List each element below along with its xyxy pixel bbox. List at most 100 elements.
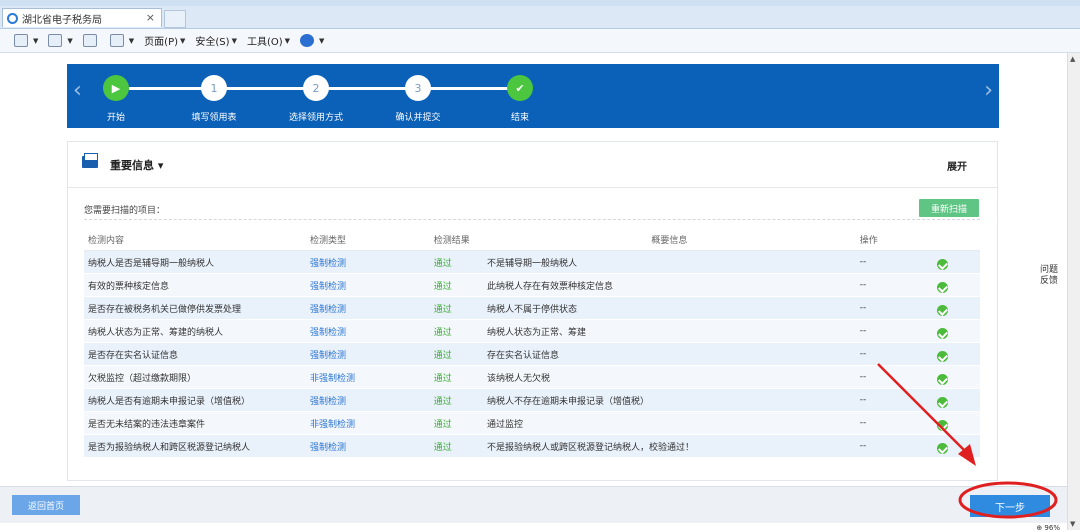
table-row: 纳税人状态为正常、筹建的纳税人 强制检测 通过 纳税人状态为正常、筹建 -- xyxy=(84,319,980,343)
cell-content: 有效的票种核定信息 xyxy=(84,273,306,297)
cell-summary: 纳税人状态为正常、筹建 xyxy=(482,319,856,343)
cell-summary: 纳税人不存在逾期未申报记录（增值税） xyxy=(482,388,856,412)
table-row: 有效的票种核定信息 强制检测 通过 此纳税人存在有效票种核定信息 -- xyxy=(84,273,980,297)
cell-op: -- xyxy=(855,250,933,274)
table-header-row: 检测内容 检测类型 检测结果 概要信息 操作 xyxy=(84,228,980,251)
cell-type-link[interactable]: 非强制检测 xyxy=(305,365,430,389)
cell-content: 纳税人是否有逾期未申报记录（增值税） xyxy=(84,388,306,412)
mail-icon xyxy=(82,34,97,47)
col-summary: 概要信息 xyxy=(482,228,856,251)
cell-type-link[interactable]: 强制检测 xyxy=(305,319,430,343)
feedback-link[interactable]: 问题反馈 xyxy=(1036,265,1062,287)
cell-content: 纳税人是否是辅导期一般纳税人 xyxy=(84,250,306,274)
expand-link[interactable]: 展开 xyxy=(947,158,967,173)
cell-content: 欠税监控（超过缴款期限） xyxy=(84,365,306,389)
cell-type-link[interactable]: 强制检测 xyxy=(305,296,430,320)
panel-title[interactable]: 重要信息 ▾ xyxy=(110,157,163,173)
cell-summary: 该纳税人无欠税 xyxy=(482,365,856,389)
tab-title: 湖北省电子税务局 xyxy=(22,14,102,26)
envelope-icon xyxy=(82,153,98,168)
check-circle-icon xyxy=(936,305,948,316)
home-icon xyxy=(14,34,28,47)
new-tab-button[interactable] xyxy=(164,10,186,28)
scan-label: 您需要扫描的项目： xyxy=(84,206,166,216)
cell-summary: 通过监控 xyxy=(482,411,856,435)
cell-op: -- xyxy=(855,365,933,389)
table-row: 是否存在实名认证信息 强制检测 通过 存在实名认证信息 -- xyxy=(84,342,980,366)
scroll-up-icon[interactable]: ▲ xyxy=(1070,55,1075,63)
step-end-icon: ✔ xyxy=(507,75,533,101)
cell-summary: 此纳税人存在有效票种核定信息 xyxy=(482,273,856,297)
command-bar: ▼ ▼ ▼ 页面(P) ▼ 安全(S) ▼ 工具(O) ▼ ▼ xyxy=(0,29,1080,53)
check-circle-icon xyxy=(936,397,948,408)
cell-type-link[interactable]: 强制检测 xyxy=(305,342,430,366)
zoom-readout[interactable]: ⊕ 96% xyxy=(1036,524,1060,532)
cell-type-link[interactable]: 强制检测 xyxy=(305,434,430,458)
cell-op: -- xyxy=(855,319,933,343)
progress-stepper: ‹ › ▶ 1 2 3 ✔ 开始 填写领用表 选择领用方式 确认并提交 结束 xyxy=(67,64,999,128)
check-circle-icon xyxy=(936,259,948,270)
stepper-prev-icon[interactable]: ‹ xyxy=(73,78,82,103)
check-circle-icon xyxy=(936,443,948,454)
step-label-end: 结束 xyxy=(510,113,530,123)
cell-op: -- xyxy=(855,342,933,366)
panel-header: 重要信息 ▾ 展开 xyxy=(68,142,997,188)
stepper-next-icon[interactable]: › xyxy=(984,78,993,103)
check-circle-icon xyxy=(936,282,948,293)
page-menu[interactable]: 页面(P) ▼ xyxy=(144,33,185,49)
rescan-button[interactable]: 重新扫描 xyxy=(919,199,979,217)
col-result: 检测结果 xyxy=(429,228,483,251)
bottom-bar: 返回首页 下一步 xyxy=(0,486,1067,523)
cell-summary: 存在实名认证信息 xyxy=(482,342,856,366)
cell-result: 通过 xyxy=(429,434,483,458)
cell-type-link[interactable]: 非强制检测 xyxy=(305,411,430,435)
cell-summary: 纳税人不属于停供状态 xyxy=(482,296,856,320)
close-tab-icon[interactable]: × xyxy=(146,11,155,24)
mail-button[interactable] xyxy=(82,34,100,47)
table-row: 纳税人是否有逾期未申报记录（增值税） 强制检测 通过 纳税人不存在逾期未申报记录（增值… xyxy=(84,388,980,412)
check-circle-icon xyxy=(936,420,948,431)
vertical-scrollbar[interactable]: ▲ ▼ xyxy=(1067,53,1080,530)
print-button[interactable]: ▼ xyxy=(109,34,134,47)
col-type: 检测类型 xyxy=(305,228,430,251)
step-2-icon: 2 xyxy=(303,75,329,101)
tools-menu[interactable]: 工具(O) ▼ xyxy=(247,33,290,49)
next-step-button[interactable]: 下一步 xyxy=(970,495,1050,517)
cell-result: 通过 xyxy=(429,250,483,274)
scroll-down-icon[interactable]: ▼ xyxy=(1070,520,1075,528)
important-info-panel: 重要信息 ▾ 展开 您需要扫描的项目： 重新扫描 检测内容 检测类型 检测结果 … xyxy=(67,141,998,481)
cell-type-link[interactable]: 强制检测 xyxy=(305,388,430,412)
cell-result: 通过 xyxy=(429,342,483,366)
ie-icon xyxy=(7,12,18,24)
cell-result: 通过 xyxy=(429,411,483,435)
check-circle-icon xyxy=(936,374,948,385)
print-icon xyxy=(109,34,124,47)
cell-content: 是否存在被税务机关已做停供发票处理 xyxy=(84,296,306,320)
cell-type-link[interactable]: 强制检测 xyxy=(305,273,430,297)
cell-type-link[interactable]: 强制检测 xyxy=(305,250,430,274)
step-label-start: 开始 xyxy=(106,113,126,123)
check-circle-icon xyxy=(936,328,948,339)
cell-op: -- xyxy=(855,388,933,412)
cell-result: 通过 xyxy=(429,388,483,412)
browser-tab-bar: 湖北省电子税务局 × xyxy=(0,6,1080,29)
cell-result: 通过 xyxy=(429,365,483,389)
home-button[interactable]: ▼ xyxy=(14,34,38,47)
step-label-1: 填写领用表 xyxy=(191,113,237,123)
check-circle-icon xyxy=(936,351,948,362)
cell-result: 通过 xyxy=(429,319,483,343)
step-1-icon: 1 xyxy=(201,75,227,101)
help-button[interactable]: ▼ xyxy=(300,34,324,47)
feeds-icon xyxy=(48,34,63,47)
back-home-button[interactable]: 返回首页 xyxy=(12,495,80,515)
help-icon xyxy=(300,34,315,47)
cell-op: -- xyxy=(855,296,933,320)
col-op: 操作 xyxy=(855,228,933,251)
safety-menu[interactable]: 安全(S) ▼ xyxy=(195,33,237,49)
table-row: 欠税监控（超过缴款期限） 非强制检测 通过 该纳税人无欠税 -- xyxy=(84,365,980,389)
browser-tab[interactable]: 湖北省电子税务局 × xyxy=(2,8,162,27)
cell-op: -- xyxy=(855,411,933,435)
cell-result: 通过 xyxy=(429,296,483,320)
cell-op: -- xyxy=(855,434,933,458)
feeds-button[interactable]: ▼ xyxy=(48,34,73,47)
